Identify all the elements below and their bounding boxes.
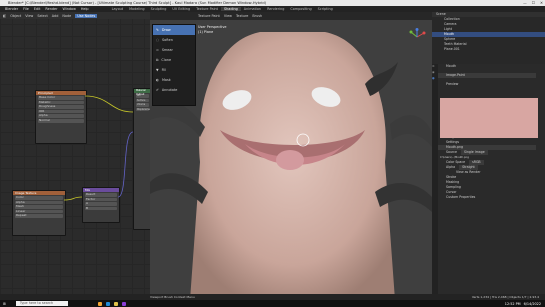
view-name: User Perspective <box>198 25 227 29</box>
tool-label: Fill <box>161 68 167 72</box>
tab-texture-paint[interactable]: Texture Paint <box>193 7 221 11</box>
viewport-overlay-text: User Perspective (1) Plane <box>198 25 226 34</box>
menu-help[interactable]: Help <box>81 7 89 11</box>
system-tray[interactable]: 12:52 PM 6/14/2022 <box>505 302 541 306</box>
fill-icon: ▼ <box>156 68 159 72</box>
tool-mask[interactable]: ◐ Mask <box>153 75 195 85</box>
menu-edit[interactable]: Edit <box>34 7 41 11</box>
tab-animation[interactable]: Animation <box>241 7 264 11</box>
taskbar-search[interactable]: Type here to search <box>15 301 68 306</box>
outliner-item[interactable]: Plane.001 <box>432 47 545 52</box>
node-menu-select[interactable]: Select <box>37 14 47 18</box>
outliner: Scene Collection Camera Light Mouth Sphe… <box>432 12 545 64</box>
tab-rendering[interactable]: Rendering <box>264 7 287 11</box>
tool-draw[interactable]: ✎ Draw <box>153 25 195 35</box>
tool-label: Soften <box>161 38 173 42</box>
preview-section-header[interactable]: Preview <box>432 82 545 87</box>
smear-icon: ≈ <box>156 48 159 52</box>
viewport-menu-texture[interactable]: Texture <box>236 14 248 18</box>
tab-compositing[interactable]: Compositing <box>287 7 314 11</box>
node-menu-add[interactable]: Add <box>52 14 59 18</box>
material-tab-icon[interactable]: ● <box>432 76 438 82</box>
tool-clone[interactable]: ⧉ Clone <box>153 55 195 65</box>
browser-taskbar-icon[interactable] <box>105 301 110 306</box>
tab-scripting[interactable]: Scripting <box>315 7 336 11</box>
navigation-gizmo[interactable] <box>408 28 426 46</box>
properties-panel: Mouth Image.Paint Preview Image Settings… <box>432 64 545 300</box>
props-object-name: Mouth <box>446 64 456 68</box>
node-menu-node[interactable]: Node <box>62 14 71 18</box>
node-menu-view[interactable]: View <box>25 14 33 18</box>
annotate-icon: ✐ <box>156 88 159 92</box>
folder-taskbar-icon[interactable] <box>113 301 118 306</box>
node-editor[interactable]: Principled Base Color Metallic Roughness… <box>0 12 152 300</box>
clock-time: 12:52 PM <box>504 301 521 306</box>
node-links <box>63 95 134 201</box>
tool-label: Smear <box>161 48 173 52</box>
tool-dropdown: ✎ Draw ◌ Soften ≈ Smear ⧉ Clone ▼ Fill ◐ Mask … <box>152 24 196 106</box>
node-editor-header: ◧ Object View Select Add Node Use Nodes <box>0 12 150 19</box>
mask-icon: ◐ <box>156 78 159 82</box>
tool-label: Draw <box>161 28 171 32</box>
app-taskbar-icon[interactable] <box>121 301 126 306</box>
viewport-menu-view[interactable]: View <box>224 14 232 18</box>
axis-gizmo-icon <box>409 28 426 38</box>
editor-type-icon[interactable]: ◧ <box>3 14 6 18</box>
active-object-label: (1) Plane <box>198 29 214 34</box>
tool-fill[interactable]: ▼ Fill <box>153 65 195 75</box>
menu-file[interactable]: File <box>23 7 29 11</box>
menu-window[interactable]: Window <box>62 7 75 11</box>
soften-icon: ◌ <box>156 38 159 42</box>
windows-taskbar: ⊞ Type here to search 12:52 PM 6/14/2022 <box>0 300 545 307</box>
tool-soften[interactable]: ◌ Soften <box>153 35 195 45</box>
blender-taskbar-icon[interactable] <box>97 301 102 306</box>
brush-icon: ✎ <box>156 28 159 32</box>
tool-smear[interactable]: ≈ Smear <box>153 45 195 55</box>
tool-label: Mask <box>161 78 171 82</box>
texture-preview <box>440 98 538 138</box>
mode-selector[interactable]: Texture Paint <box>198 14 220 18</box>
tool-label: Annotate <box>161 88 178 92</box>
props-section[interactable]: Custom Properties <box>432 195 545 200</box>
tab-layout[interactable]: Layout <box>109 7 127 11</box>
tool-label: Clone <box>161 58 172 62</box>
viewport-header: Texture Paint View Texture Brush <box>150 12 432 20</box>
use-nodes-checkbox[interactable]: Use Nodes <box>75 13 98 18</box>
properties-tab-column: ⚙ ◉ ● <box>432 64 438 300</box>
status-hint: Viewport Brush Context Menu <box>150 295 195 299</box>
tab-shading[interactable]: Shading <box>221 7 241 11</box>
material-slot[interactable]: Image.Paint <box>432 73 536 78</box>
tab-modeling[interactable]: Modeling <box>126 7 147 11</box>
tab-uv-editing[interactable]: UV Editing <box>169 7 193 11</box>
clock-date: 6/14/2022 <box>523 301 541 306</box>
clone-icon: ⧉ <box>156 58 159 62</box>
node-menu-object[interactable]: Object <box>10 14 21 18</box>
tool-annotate[interactable]: ✐ Annotate <box>153 85 195 95</box>
menu-render[interactable]: Render <box>45 7 57 11</box>
viewport-menu-brush[interactable]: Brush <box>252 14 262 18</box>
windows-start-icon[interactable]: ⊞ <box>3 302 6 306</box>
menu-blender[interactable]: Blender <box>5 7 18 11</box>
tab-sculpting[interactable]: Sculpting <box>148 7 170 11</box>
